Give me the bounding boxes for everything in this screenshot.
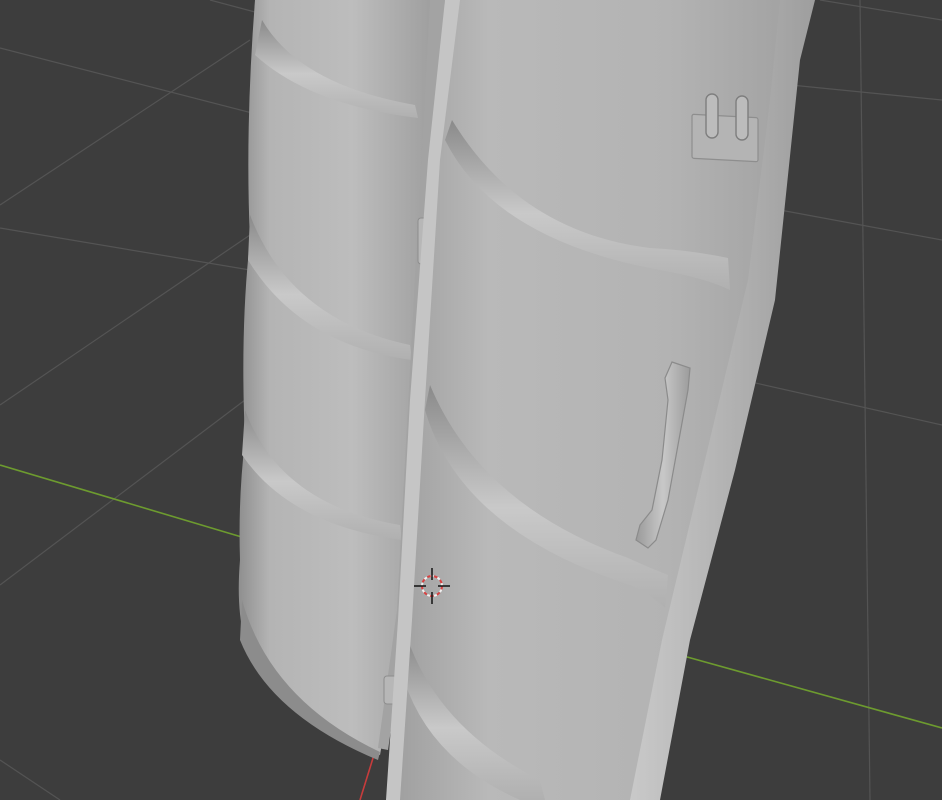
hasp-ring-right bbox=[735, 95, 749, 141]
barrel-locker-door[interactable] bbox=[386, 0, 815, 800]
3d-viewport[interactable] bbox=[0, 0, 942, 800]
x-axis-line-right bbox=[679, 654, 942, 729]
x-axis-line bbox=[0, 464, 246, 539]
viewport-canvas[interactable] bbox=[0, 0, 942, 800]
hasp-ring-left bbox=[705, 93, 719, 139]
